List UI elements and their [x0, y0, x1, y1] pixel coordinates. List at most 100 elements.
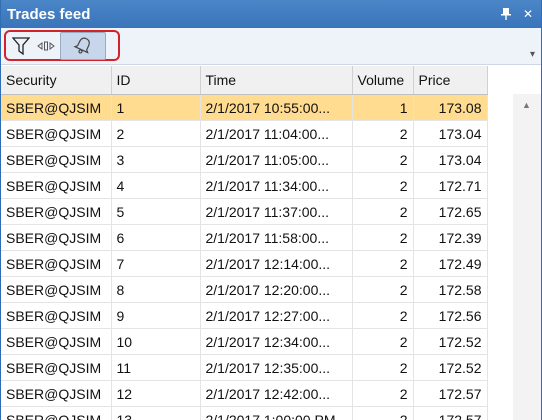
table-row[interactable]: SBER@QJSIM 11 2/1/2017 12:35:00... 2 172.52 [1, 354, 488, 381]
cell-volume: 2 [352, 146, 414, 173]
cell-id: 5 [111, 198, 201, 225]
cell-price: 172.65 [413, 198, 488, 225]
cell-id: 7 [111, 250, 201, 277]
cell-id: 2 [111, 120, 201, 147]
funnel-icon[interactable] [10, 33, 32, 59]
cell-volume: 2 [352, 302, 414, 329]
cell-id: 4 [111, 172, 201, 199]
cell-volume: 2 [352, 250, 414, 277]
cell-price: 173.08 [413, 94, 488, 121]
cell-security: SBER@QJSIM [1, 302, 112, 329]
bell-icon[interactable] [60, 31, 106, 60]
cell-time: 2/1/2017 11:04:00... [200, 120, 353, 147]
cell-time: 2/1/2017 11:58:00... [200, 224, 353, 251]
cell-time: 2/1/2017 11:37:00... [200, 198, 353, 225]
cell-time: 2/1/2017 12:35:00... [200, 354, 353, 381]
cell-time: 2/1/2017 11:34:00... [200, 172, 353, 199]
cell-security: SBER@QJSIM [1, 224, 112, 251]
toolbar: ▾ [1, 28, 541, 65]
cell-price: 172.57 [413, 380, 488, 407]
cell-volume: 2 [352, 328, 414, 355]
cell-volume: 2 [352, 172, 414, 199]
cell-price: 172.52 [413, 328, 488, 355]
cell-security: SBER@QJSIM [1, 198, 112, 225]
cell-time: 2/1/2017 11:05:00... [200, 146, 353, 173]
trades-grid: Security ID Time Volume Price SBER@QJSIM… [1, 66, 541, 420]
cell-id: 10 [111, 328, 201, 355]
cell-volume: 2 [352, 198, 414, 225]
cell-time: 2/1/2017 12:14:00... [200, 250, 353, 277]
table-row[interactable]: SBER@QJSIM 3 2/1/2017 11:05:00... 2 173.04 [1, 146, 488, 173]
cell-security: SBER@QJSIM [1, 250, 112, 277]
title-bar: Trades feed ✕ [1, 0, 541, 28]
cell-id: 8 [111, 276, 201, 303]
pin-icon[interactable] [499, 7, 513, 21]
cell-price: 172.57 [413, 406, 488, 420]
cell-id: 1 [111, 94, 201, 121]
table-row[interactable]: SBER@QJSIM 8 2/1/2017 12:20:00... 2 172.58 [1, 276, 488, 303]
title-buttons: ✕ [499, 7, 535, 21]
cell-volume: 2 [352, 276, 414, 303]
cell-id: 6 [111, 224, 201, 251]
cell-time: 2/1/2017 12:27:00... [200, 302, 353, 329]
table-row[interactable]: SBER@QJSIM 10 2/1/2017 12:34:00... 2 172.52 [1, 328, 488, 355]
chevron-down-icon[interactable]: ▾ [530, 49, 535, 60]
cell-volume: 2 [352, 354, 414, 381]
table-row[interactable]: SBER@QJSIM 1 2/1/2017 10:55:00... 1 173.08 [1, 94, 488, 121]
cell-volume: 2 [352, 224, 414, 251]
cell-price: 172.58 [413, 276, 488, 303]
table-row[interactable]: SBER@QJSIM 9 2/1/2017 12:27:00... 2 172.56 [1, 302, 488, 329]
table-row[interactable]: SBER@QJSIM 2 2/1/2017 11:04:00... 2 173.04 [1, 120, 488, 147]
cell-time: 2/1/2017 12:20:00... [200, 276, 353, 303]
close-icon[interactable]: ✕ [521, 7, 535, 21]
table-row[interactable]: SBER@QJSIM 4 2/1/2017 11:34:00... 2 172.71 [1, 172, 488, 199]
cell-id: 12 [111, 380, 201, 407]
cell-security: SBER@QJSIM [1, 354, 112, 381]
cell-volume: 1 [352, 94, 414, 121]
table-row[interactable]: SBER@QJSIM 13 2/1/2017 1:00:00 PM 2 172.57 [1, 406, 488, 420]
cell-security: SBER@QJSIM [1, 146, 112, 173]
trades-table: Security ID Time Volume Price SBER@QJSIM… [1, 66, 488, 420]
cell-time: 2/1/2017 10:55:00... [200, 94, 353, 121]
window-title: Trades feed [7, 5, 91, 23]
column-header-volume[interactable]: Volume [352, 66, 414, 95]
table-row[interactable]: SBER@QJSIM 7 2/1/2017 12:14:00... 2 172.49 [1, 250, 488, 277]
cell-time: 2/1/2017 1:00:00 PM [200, 406, 353, 420]
column-header-price[interactable]: Price [413, 66, 488, 95]
table-row[interactable]: SBER@QJSIM 6 2/1/2017 11:58:00... 2 172.39 [1, 224, 488, 251]
cell-time: 2/1/2017 12:42:00... [200, 380, 353, 407]
table-row[interactable]: SBER@QJSIM 5 2/1/2017 11:37:00... 2 172.65 [1, 198, 488, 225]
cell-security: SBER@QJSIM [1, 276, 112, 303]
cell-price: 172.39 [413, 224, 488, 251]
scroll-up-icon[interactable]: ▲ [522, 100, 531, 110]
header-row: Security ID Time Volume Price [1, 66, 488, 95]
expand-columns-icon[interactable] [36, 33, 56, 59]
vertical-scrollbar[interactable]: ▲ [513, 94, 541, 420]
cell-security: SBER@QJSIM [1, 120, 112, 147]
cell-price: 173.04 [413, 120, 488, 147]
column-header-time[interactable]: Time [200, 66, 353, 95]
cell-security: SBER@QJSIM [1, 406, 112, 420]
cell-security: SBER@QJSIM [1, 380, 112, 407]
cell-id: 9 [111, 302, 201, 329]
table-row[interactable]: SBER@QJSIM 12 2/1/2017 12:42:00... 2 172.57 [1, 380, 488, 407]
cell-id: 3 [111, 146, 201, 173]
cell-price: 172.49 [413, 250, 488, 277]
cell-security: SBER@QJSIM [1, 328, 112, 355]
cell-volume: 2 [352, 406, 414, 420]
column-header-id[interactable]: ID [111, 66, 201, 95]
trades-feed-window: Trades feed ✕ ▾ Security ID Time Volume … [0, 0, 542, 420]
cell-security: SBER@QJSIM [1, 94, 112, 121]
cell-price: 172.56 [413, 302, 488, 329]
cell-price: 172.71 [413, 172, 488, 199]
cell-security: SBER@QJSIM [1, 172, 112, 199]
cell-time: 2/1/2017 12:34:00... [200, 328, 353, 355]
column-header-security[interactable]: Security [1, 66, 112, 95]
cell-price: 173.04 [413, 146, 488, 173]
cell-price: 172.52 [413, 354, 488, 381]
toolbar-group-highlighted [4, 30, 120, 61]
cell-volume: 2 [352, 120, 414, 147]
cell-id: 13 [111, 406, 201, 420]
cell-volume: 2 [352, 380, 414, 407]
cell-id: 11 [111, 354, 201, 381]
